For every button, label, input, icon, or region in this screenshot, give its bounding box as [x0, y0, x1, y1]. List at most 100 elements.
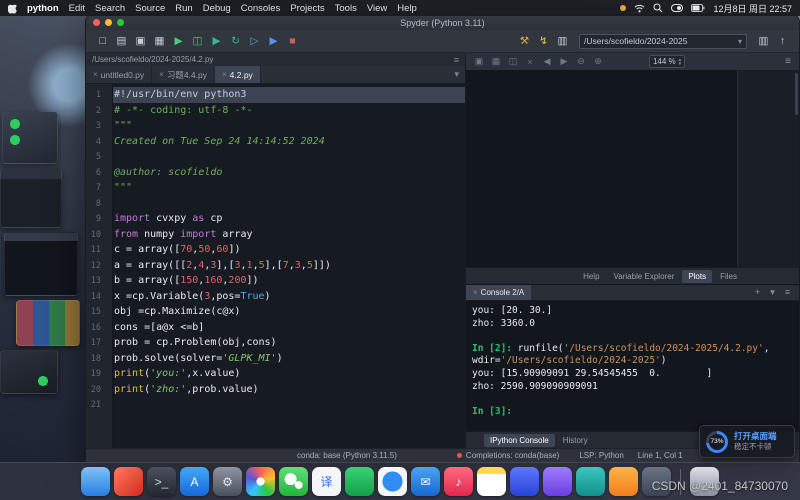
menu-item-search[interactable]: Search — [95, 3, 125, 14]
save-plot-icon[interactable]: ▣ — [472, 56, 486, 67]
search-icon[interactable] — [653, 3, 663, 13]
run-selection-icon[interactable]: ▷ — [246, 32, 263, 50]
music-icon[interactable]: ♪ — [444, 467, 473, 496]
menu-item-edit[interactable]: Edit — [69, 3, 85, 14]
rerun-cell-icon[interactable]: ↻ — [227, 32, 244, 50]
save-all-plots-icon[interactable]: ▦ — [489, 56, 503, 67]
photos-icon[interactable] — [246, 467, 275, 496]
desktop-window-thumbnail[interactable] — [2, 112, 58, 164]
working-directory-selector[interactable]: /Users/scofieldo/2024-2025 ▾ — [579, 34, 747, 49]
previous-plot-icon[interactable]: ◀ — [540, 56, 554, 67]
app-store-icon[interactable]: A — [180, 467, 209, 496]
system-settings-icon[interactable]: ⚙ — [213, 467, 242, 496]
pane-menu-icon[interactable]: ≡ — [781, 287, 794, 298]
translate-icon[interactable]: 译 — [312, 467, 341, 496]
menu-item-run[interactable]: Run — [175, 3, 192, 14]
run-cell-advance-icon[interactable]: ▶ — [208, 32, 225, 50]
desktop-window-thumbnail[interactable] — [16, 300, 80, 346]
menu-item-help[interactable]: Help — [397, 3, 417, 14]
save-all-icon[interactable]: ▦ — [151, 32, 168, 50]
app-teal-icon[interactable] — [576, 467, 605, 496]
pane-tab-files[interactable]: Files — [714, 270, 743, 283]
apple-menu-icon[interactable] — [8, 2, 18, 14]
battery-icon[interactable] — [691, 4, 705, 12]
new-file-icon[interactable]: □ — [94, 32, 111, 50]
menu-clock[interactable]: 12月8日 周日 22:57 — [713, 2, 792, 15]
parent-directory-icon[interactable]: ↑ — [774, 32, 791, 50]
mail-icon[interactable]: ✉ — [411, 467, 440, 496]
status-lsp[interactable]: LSP: Python — [579, 451, 623, 460]
wrench-icon[interactable]: ⚒ — [516, 32, 533, 50]
code-editor[interactable]: 1#!/usr/bin/env python32# -*- coding: ut… — [86, 84, 465, 448]
next-plot-icon[interactable]: ▶ — [557, 56, 571, 67]
remove-plot-icon[interactable]: × — [523, 57, 537, 67]
menu-item-debug[interactable]: Debug — [203, 3, 231, 14]
pane-tab-variable-explorer[interactable]: Variable Explorer — [608, 270, 681, 283]
zoom-in-icon[interactable]: ⊕ — [591, 56, 605, 67]
console-output[interactable]: you: [20. 30.]zho: 3360.0 In [2]: runfil… — [466, 301, 799, 431]
menu-item-consoles[interactable]: Consoles — [241, 3, 281, 14]
tabs-menu-icon[interactable]: ▾ — [448, 69, 465, 80]
new-console-icon[interactable]: + — [751, 287, 764, 298]
run-cell-icon[interactable]: ◫ — [189, 32, 206, 50]
editor-tab[interactable]: ×4.2.py — [215, 66, 261, 83]
terminal-icon[interactable]: >_ — [147, 467, 176, 496]
window-title-bar[interactable]: Spyder (Python 3.11) — [86, 15, 799, 30]
run-icon[interactable]: ▶ — [170, 32, 187, 50]
editor-tab[interactable]: ×untitled0.py — [86, 66, 152, 83]
pane-tab-plots[interactable]: Plots — [682, 270, 712, 283]
desktop-window-thumbnail[interactable] — [4, 232, 78, 296]
close-tab-icon[interactable]: × — [93, 70, 98, 79]
close-tab-icon[interactable]: × — [222, 70, 227, 79]
zoom-spinner-icon[interactable]: ▴▾ — [679, 58, 682, 66]
status-completions[interactable]: Completions: conda(base) — [466, 451, 559, 460]
control-center-icon[interactable] — [671, 4, 683, 12]
browse-folder-icon[interactable]: ▥ — [755, 32, 772, 50]
menu-item-python[interactable]: python — [27, 3, 59, 14]
debug-icon[interactable]: ▶ — [265, 32, 282, 50]
save-icon[interactable]: ▣ — [132, 32, 149, 50]
plot-thumbnails-strip[interactable] — [737, 70, 799, 267]
menu-item-projects[interactable]: Projects — [290, 3, 324, 14]
menu-item-view[interactable]: View — [367, 3, 387, 14]
console-line: In [2]: runfile('/Users/scofieldo/2024-2… — [472, 343, 793, 356]
pane-options-icon[interactable]: ≡ — [783, 56, 793, 67]
zoom-window-button[interactable] — [117, 19, 124, 26]
zoom-out-icon[interactable]: ⊖ — [574, 56, 588, 67]
open-file-icon[interactable]: ▤ — [113, 32, 130, 50]
promo-open-desktop-link[interactable]: 打开桌面端 — [734, 431, 777, 442]
app-purple-icon[interactable] — [543, 467, 572, 496]
menu-item-tools[interactable]: Tools — [335, 3, 357, 14]
copy-plot-icon[interactable]: ◫ — [506, 56, 520, 67]
console-bottom-tab-ipython-console[interactable]: IPython Console — [484, 434, 555, 447]
lightning-icon[interactable]: ↯ — [535, 32, 552, 50]
console-bottom-tab-history[interactable]: History — [557, 434, 594, 447]
launchpad-icon[interactable] — [114, 467, 143, 496]
wechat-work-icon[interactable] — [345, 467, 374, 496]
stop-icon[interactable]: ■ — [284, 32, 301, 50]
folder-icon[interactable]: ▥ — [554, 32, 571, 50]
qq-icon[interactable] — [510, 467, 539, 496]
editor-tab[interactable]: ×习题4.4.py — [152, 66, 215, 83]
screen-recording-indicator-icon[interactable] — [620, 5, 626, 11]
breadcrumb-menu-icon[interactable]: ≡ — [454, 55, 459, 65]
safari-icon[interactable] — [378, 467, 407, 496]
minimize-window-button[interactable] — [105, 19, 112, 26]
zoom-level-control[interactable]: 144 % ▴▾ — [649, 55, 685, 68]
close-window-button[interactable] — [93, 19, 100, 26]
close-tab-icon[interactable]: × — [159, 70, 164, 79]
desktop-client-promo[interactable]: 73% 打开桌面端 稳定不卡顿 — [699, 425, 795, 458]
status-conda[interactable]: conda: base (Python 3.11.5) — [297, 451, 397, 460]
wifi-icon[interactable] — [634, 4, 645, 13]
wechat-icon[interactable] — [279, 467, 308, 496]
app-orange-icon[interactable] — [609, 467, 638, 496]
finder-icon[interactable] — [81, 467, 110, 496]
console-dropdown-icon[interactable]: ▾ — [766, 287, 779, 298]
notes-icon[interactable] — [477, 467, 506, 496]
close-console-icon[interactable]: × — [473, 288, 478, 297]
menu-item-source[interactable]: Source — [135, 3, 165, 14]
console-tab[interactable]: × Console 2/A — [466, 285, 531, 300]
desktop-window-thumbnail[interactable] — [0, 168, 62, 228]
pane-tab-help[interactable]: Help — [577, 270, 605, 283]
desktop-window-thumbnail[interactable] — [0, 350, 58, 394]
